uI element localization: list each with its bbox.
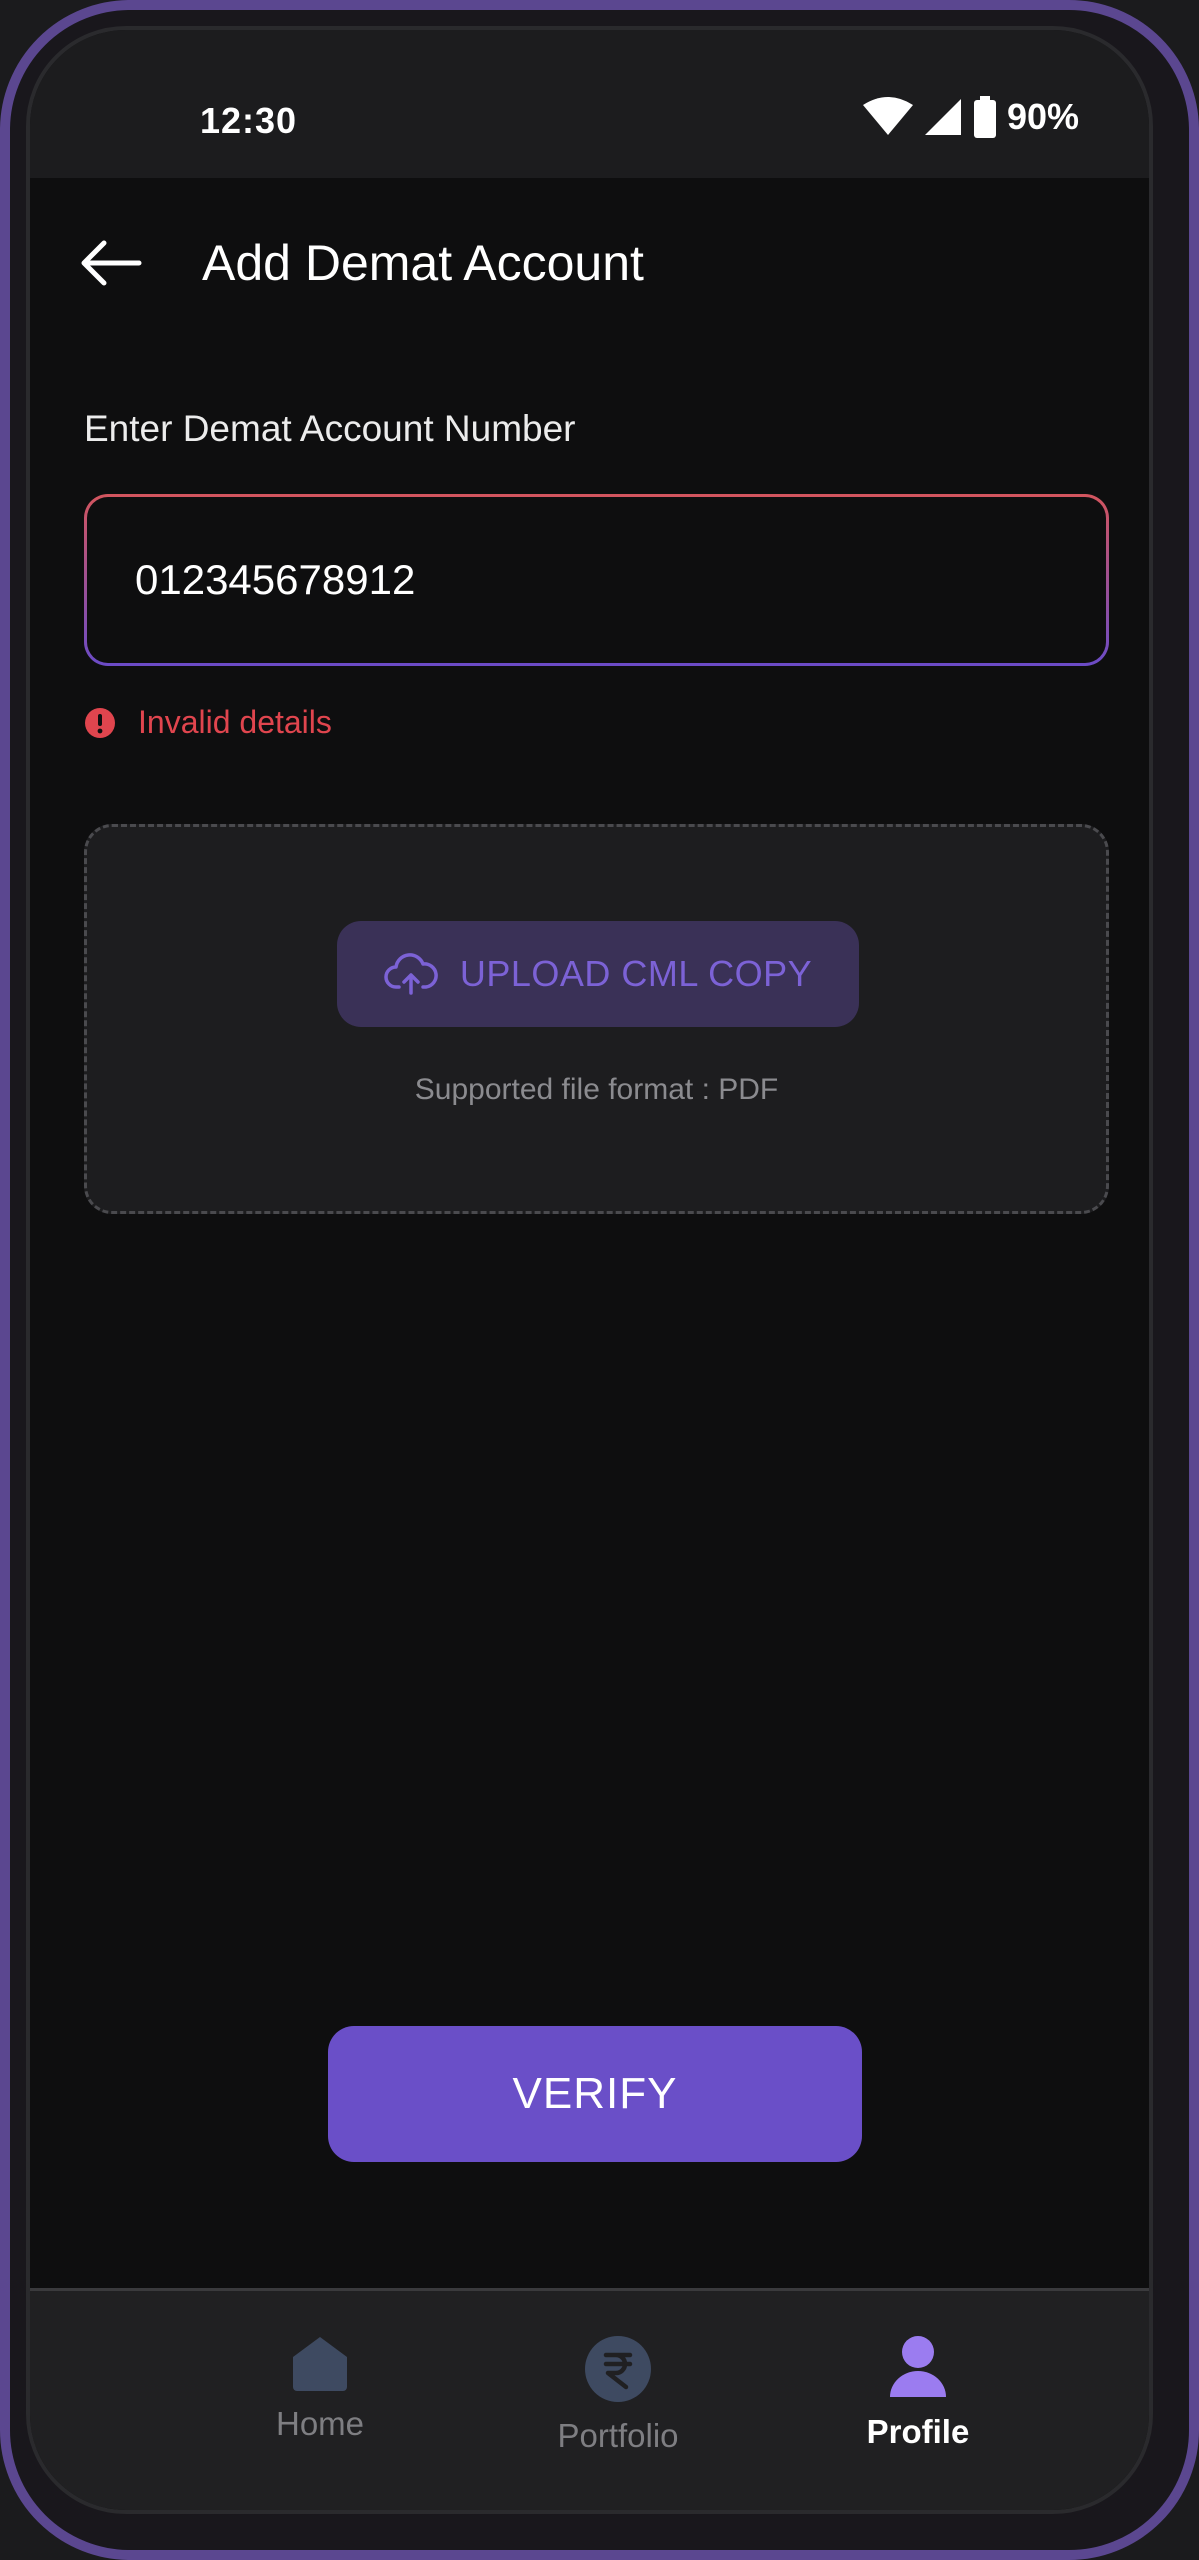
nav-item-portfolio[interactable]: Portfolio [508,2335,728,2455]
nav-label-profile: Profile [866,2413,970,2450]
account-number-input[interactable] [87,555,1106,605]
error-text: Invalid details [138,704,332,740]
account-number-label: Enter Demat Account Number [84,408,576,449]
user-icon [890,2336,946,2397]
upload-dropzone[interactable]: UPLOAD CML COPY Supported file format : … [84,824,1109,1214]
nav-item-profile[interactable]: Profile [808,2335,1028,2451]
status-time: 12:30 [200,100,298,141]
home-icon [293,2337,347,2391]
battery-percentage: 90% [1006,96,1079,137]
side-button [1189,1130,1195,1370]
upload-cml-button[interactable]: UPLOAD CML COPY [337,921,859,1027]
back-button[interactable] [76,228,146,298]
cloud-upload-icon [384,953,438,995]
app-screen: 12:30 90% Add Demat Account Enter Demat … [26,26,1153,2514]
page-title: Add Demat Account [202,235,644,291]
account-number-field [84,494,1109,666]
status-icons: 90% [862,96,1079,138]
upload-button-label: UPLOAD CML COPY [459,953,813,994]
bottom-navigation: Home Portfolio Profile [30,2288,1149,2510]
signal-icon [924,99,961,135]
nav-item-home[interactable]: Home [210,2335,430,2443]
arrow-left-icon [81,240,142,286]
account-number-field-inner [87,497,1106,663]
verify-button[interactable]: VERIFY [328,2026,862,2162]
side-button [1189,630,1195,830]
side-button [1189,890,1195,1130]
error-info-icon [85,707,115,738]
wifi-icon [862,97,913,135]
battery-icon [973,96,996,138]
rupee-icon [585,2336,651,2402]
error-message: Invalid details [84,704,332,741]
status-bar: 12:30 90% [30,30,1149,178]
supported-format-hint: Supported file format : PDF [414,1073,779,1106]
nav-label-portfolio: Portfolio [557,2417,679,2454]
nav-label-home: Home [275,2405,365,2442]
